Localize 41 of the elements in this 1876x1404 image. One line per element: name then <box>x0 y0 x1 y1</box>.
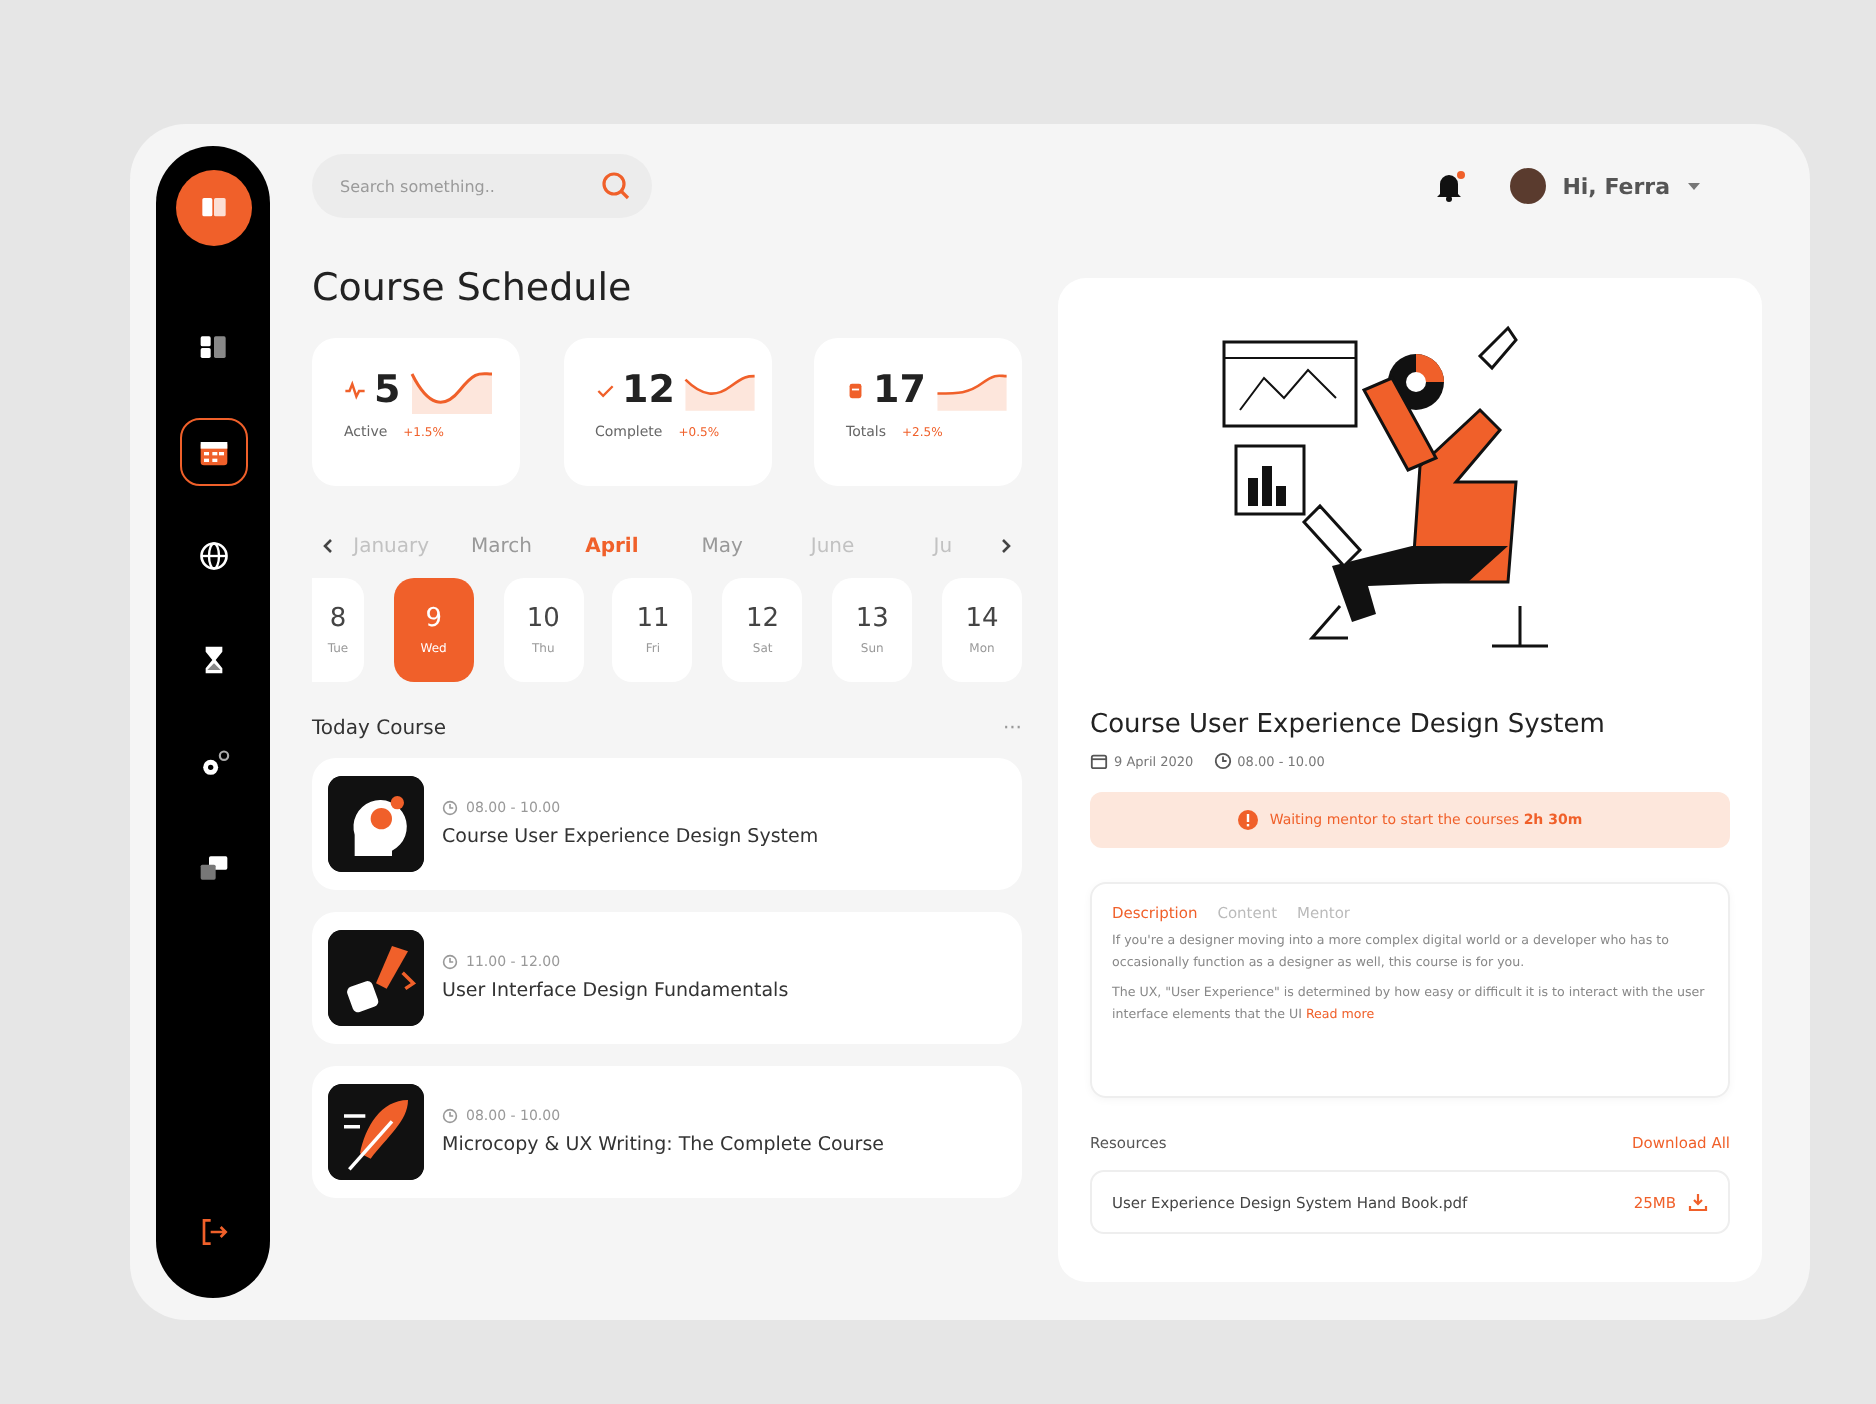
graph-bar <box>1248 478 1258 506</box>
month-tab[interactable]: March <box>446 535 557 557</box>
month-tab[interactable]: May <box>667 535 778 557</box>
pen-thumbnail <box>328 930 424 1026</box>
stat-value: 12 <box>622 368 675 412</box>
nav-item[interactable] <box>179 418 247 486</box>
clock-icon <box>442 954 458 970</box>
clock-icon <box>442 1108 458 1124</box>
course-title: Microcopy & UX Writing: The Complete Course <box>442 1134 884 1156</box>
bell-icon[interactable] <box>1434 170 1467 202</box>
calendar-icon <box>1090 752 1108 770</box>
course-title: User Interface Design Fundamentals <box>442 980 789 1002</box>
graph-bar <box>1276 486 1286 506</box>
course-title: Course User Experience Design System <box>442 826 819 848</box>
page-title: Course Schedule <box>312 266 634 310</box>
graph-bar <box>1262 466 1272 506</box>
pulse-icon <box>344 379 366 401</box>
search-field[interactable]: Search something.. <box>312 154 652 218</box>
avatar[interactable] <box>1510 168 1547 204</box>
section-title: Today Course <box>312 718 447 740</box>
caret-icon[interactable] <box>1686 180 1702 192</box>
logo-badge[interactable] <box>175 170 251 246</box>
stat-value: 17 <box>873 368 926 412</box>
download-icon[interactable] <box>1688 1192 1708 1212</box>
line-graph-board <box>1222 340 1358 428</box>
clipboard-icon <box>846 379 866 401</box>
stat-value: 5 <box>374 368 401 412</box>
head-thumbnail <box>328 776 424 872</box>
info-icon <box>1237 810 1258 830</box>
clock-icon <box>1213 752 1232 770</box>
chevron-right-icon[interactable] <box>998 538 1015 554</box>
clock-icon <box>442 800 458 816</box>
course-title: Course User Experience Design System <box>1090 710 1607 740</box>
more-button[interactable]: ··· <box>1002 718 1022 740</box>
search-icon[interactable] <box>600 170 632 202</box>
sparkline <box>408 366 497 414</box>
user-greeting: Hi, Ferra <box>1562 173 1670 199</box>
chevron-left-icon[interactable] <box>320 538 336 554</box>
feather-thumbnail <box>328 1084 424 1180</box>
search-input[interactable]: Search something.. <box>336 175 600 197</box>
month-tab[interactable]: April <box>556 535 668 557</box>
